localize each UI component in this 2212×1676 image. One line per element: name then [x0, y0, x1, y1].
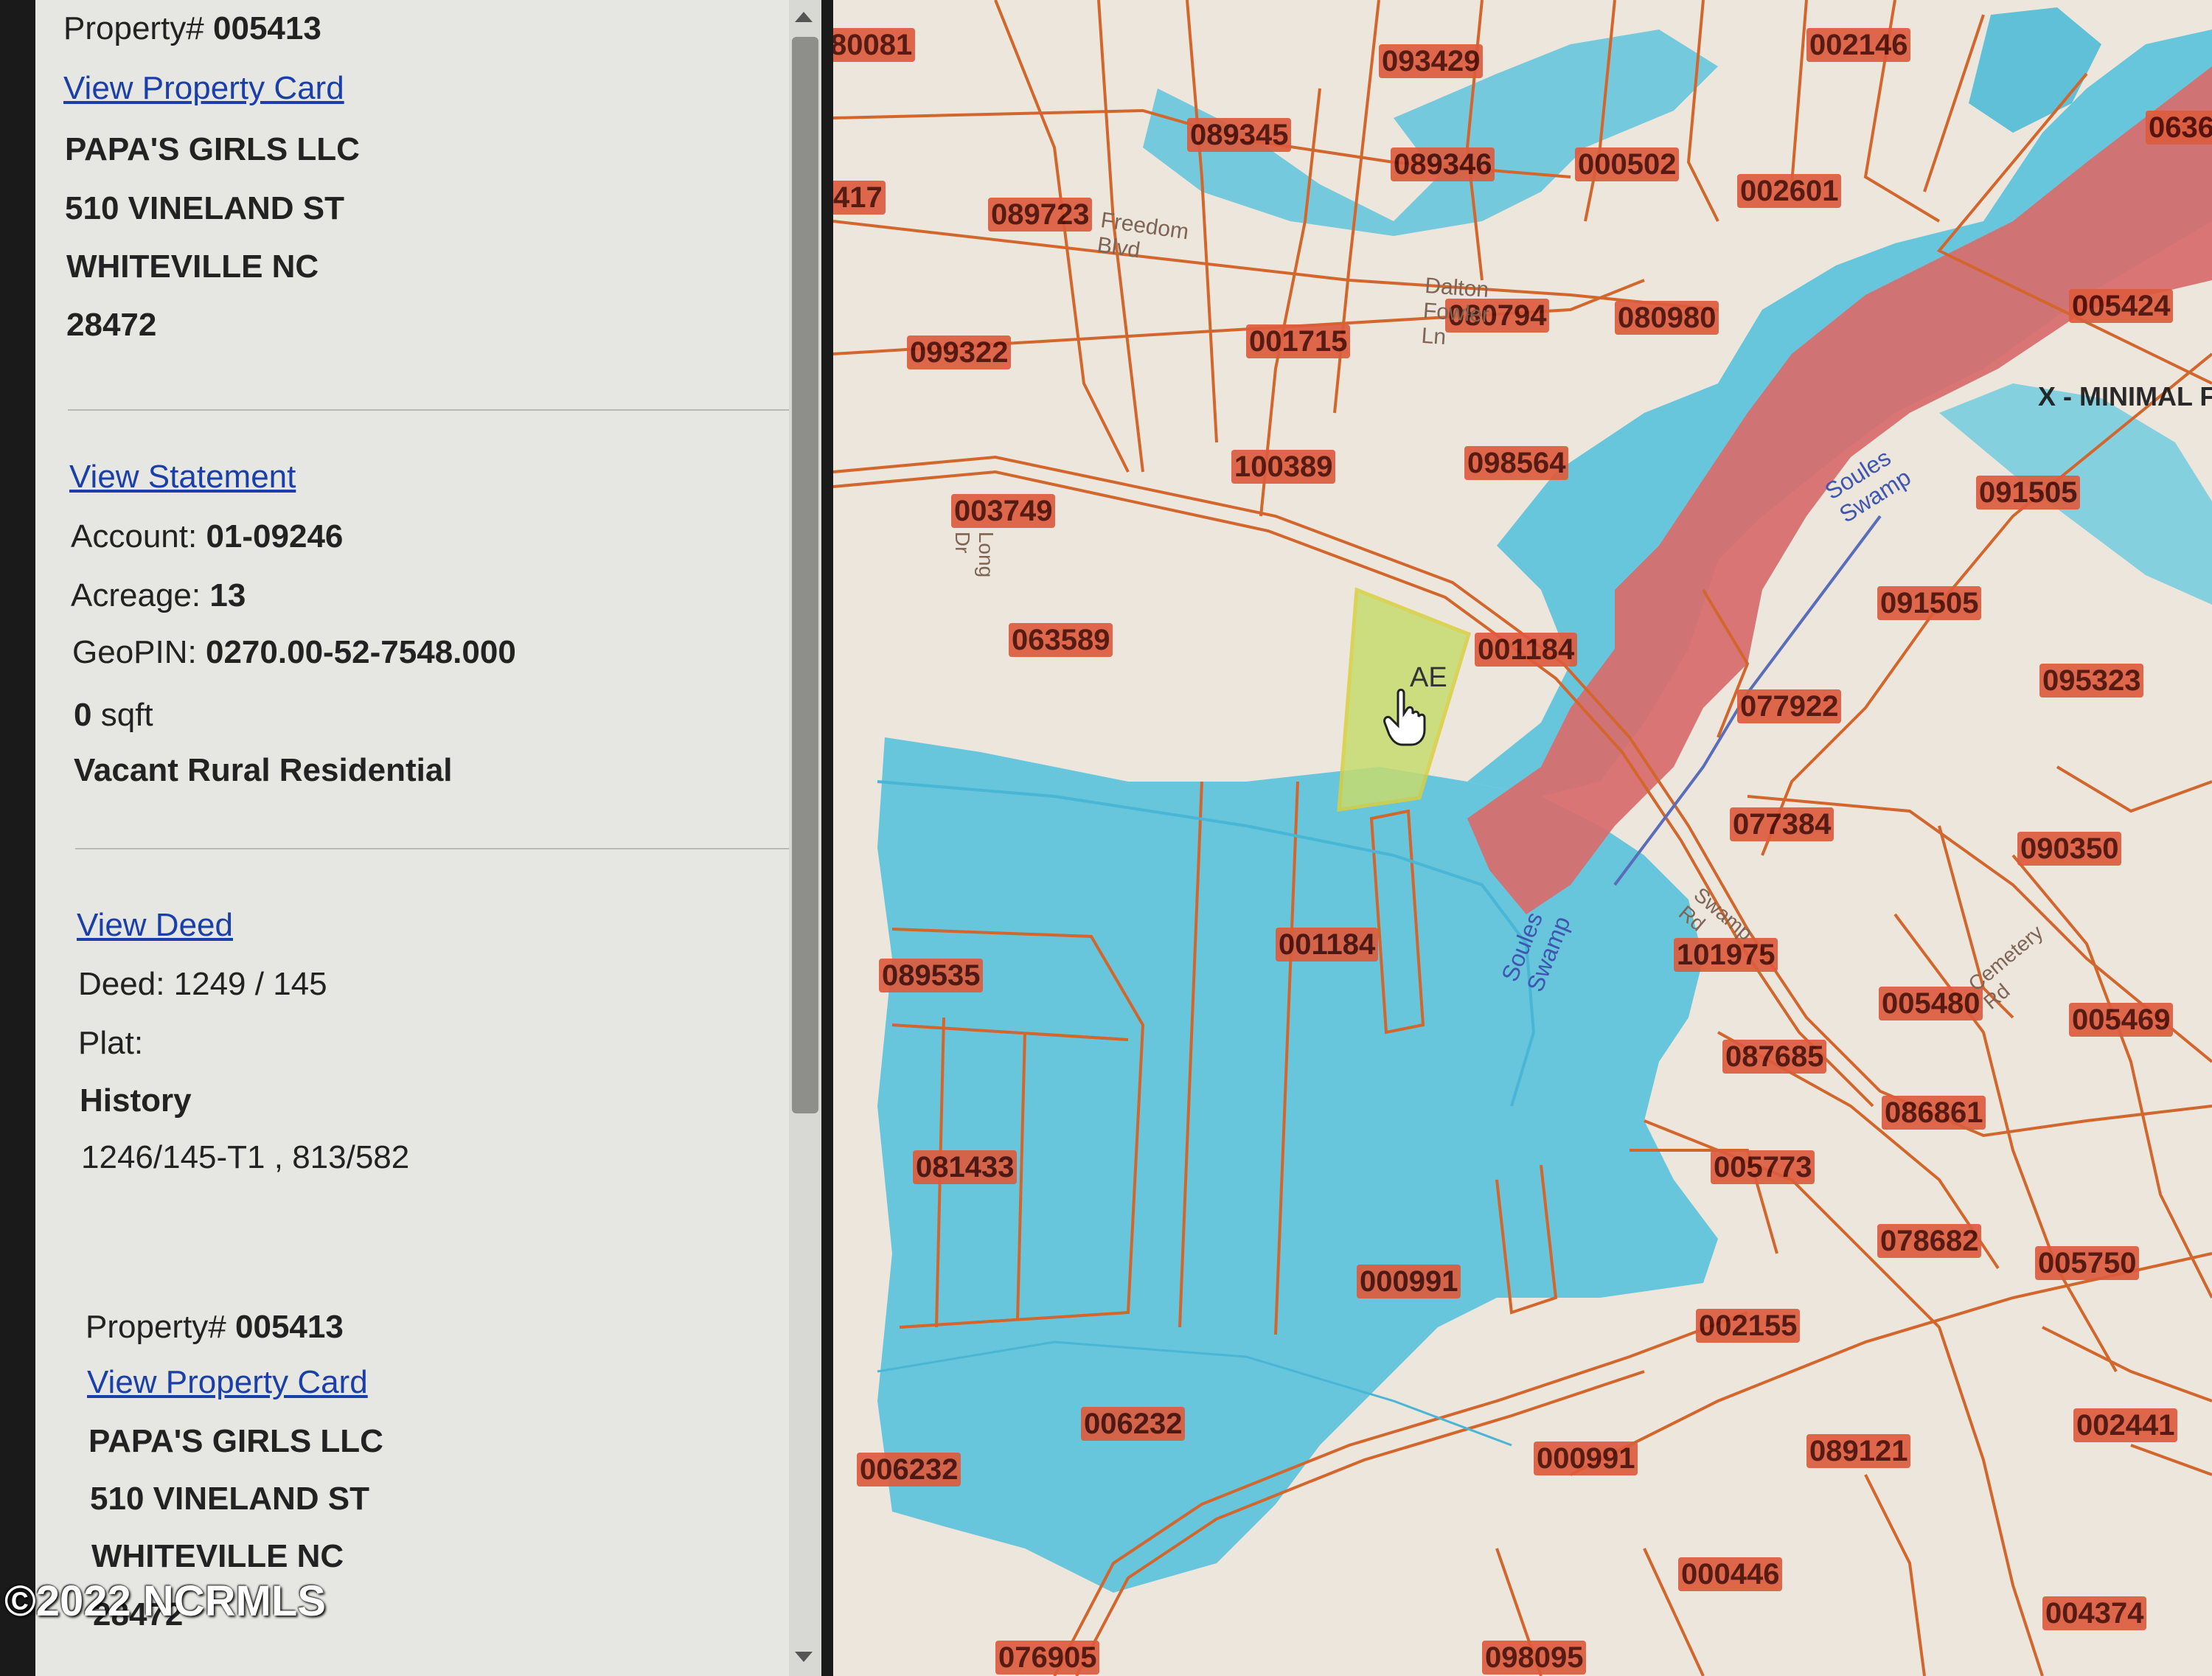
owner-zip: 28472: [66, 307, 157, 343]
acreage-label: Acreage:: [71, 577, 201, 613]
geopin-value: 0270.00-52-7548.000: [205, 634, 516, 670]
parcel-label[interactable]: 090350: [2017, 832, 2122, 866]
parcel-label[interactable]: 005424: [2069, 289, 2174, 323]
parcel-label[interactable]: 000991: [1534, 1442, 1638, 1475]
parcel-label[interactable]: 076905: [995, 1641, 1100, 1675]
sqft-row: 0 sqft: [74, 697, 153, 734]
parcel-label[interactable]: 089121: [1806, 1434, 1911, 1468]
parcel-label[interactable]: 000502: [1575, 147, 1680, 181]
parcel-label[interactable]: 091505: [1877, 586, 1982, 620]
parcel-label[interactable]: 003749: [951, 494, 1056, 528]
parcel-label[interactable]: 001184: [1276, 928, 1379, 962]
parcel-label[interactable]: 089346: [1391, 147, 1495, 181]
property-info-panel: Property# 005413 View Property Card PAPA…: [35, 0, 817, 1676]
property-number-row: Property# 005413: [63, 10, 321, 47]
parcel-label[interactable]: 078682: [1877, 1224, 1982, 1258]
parcel-label[interactable]: 06367: [2146, 111, 2212, 145]
scrollbar-thumb[interactable]: [792, 37, 818, 1113]
parcel-label[interactable]: 000991: [1357, 1265, 1461, 1298]
scroll-up-arrow-icon[interactable]: [795, 12, 813, 22]
account-value: 01-09246: [206, 518, 344, 554]
sqft-label: sqft: [100, 697, 153, 733]
parcel-label[interactable]: 006232: [1081, 1407, 1186, 1441]
parcel-label[interactable]: 091505: [1976, 476, 2081, 510]
parcel-label[interactable]: 005480: [1879, 987, 1983, 1020]
parcel-label[interactable]: 001184: [1475, 633, 1578, 667]
account-label: Account:: [71, 518, 198, 554]
parcel-label[interactable]: 081433: [913, 1150, 1018, 1184]
parcel-label[interactable]: 004374: [2042, 1596, 2147, 1630]
sqft-value: 0: [74, 697, 92, 733]
parcel-label[interactable]: 089345: [1187, 118, 1292, 152]
parcel-label[interactable]: 080980: [1615, 301, 1719, 335]
acreage-value: 13: [209, 577, 246, 613]
owner-address: 510 VINELAND ST: [90, 1481, 369, 1517]
parcel-label[interactable]: 002601: [1737, 174, 1842, 208]
owner-name: PAPA'S GIRLS LLC: [88, 1423, 383, 1459]
parcel-label[interactable]: 087685: [1722, 1040, 1827, 1074]
geopin-label: GeoPIN:: [72, 634, 197, 670]
parcel-label[interactable]: 063589: [1009, 623, 1113, 657]
parcel-label[interactable]: 000446: [1678, 1557, 1783, 1591]
property-number: 005413: [235, 1309, 344, 1345]
owner-name: PAPA'S GIRLS LLC: [65, 131, 360, 167]
divider: [75, 848, 807, 849]
parcel-label[interactable]: 093429: [1379, 44, 1484, 78]
land-use: Vacant Rural Residential: [74, 752, 453, 788]
flood-zone-label: X - MINIMAL F: [2038, 381, 2212, 411]
parcel-label[interactable]: 001715: [1246, 324, 1351, 358]
property-label: Property#: [86, 1309, 226, 1345]
view-deed-link[interactable]: View Deed: [77, 907, 233, 944]
parcel-label[interactable]: 077384: [1730, 807, 1834, 841]
parcel-label[interactable]: 089535: [879, 959, 984, 992]
parcel-label[interactable]: 100389: [1231, 450, 1336, 484]
acreage-row: Acreage: 13: [71, 577, 246, 614]
property-label: Property#: [63, 10, 204, 46]
parcel-label[interactable]: 099322: [907, 335, 1012, 369]
parcel-label[interactable]: 006232: [857, 1453, 961, 1487]
parcel-label[interactable]: 002441: [2073, 1408, 2178, 1442]
parcel-label[interactable]: 005750: [2035, 1246, 2140, 1280]
scroll-down-arrow-icon[interactable]: [795, 1652, 813, 1662]
parcel-label[interactable]: 002155: [1696, 1309, 1801, 1343]
parcel-label[interactable]: 417: [833, 181, 886, 215]
parcel-label[interactable]: 098095: [1482, 1641, 1587, 1675]
parcel-label[interactable]: 005469: [2069, 1003, 2174, 1037]
deed-book-page: Deed: 1249 / 145: [78, 966, 327, 1002]
parcel-label[interactable]: 077922: [1737, 689, 1842, 723]
parcel-map[interactable]: 80081 093429 002146 06367 089345 089346 …: [833, 0, 2212, 1676]
road-label: Dalton Fowler Ln: [1420, 273, 1491, 350]
parcel-label[interactable]: 005773: [1711, 1150, 1815, 1184]
owner-city-state: WHITEVILLE NC: [91, 1538, 344, 1574]
history-value: 1246/145-T1 , 813/582: [81, 1139, 410, 1175]
plat-row: Plat:: [78, 1025, 144, 1061]
parcel-label[interactable]: 089723: [988, 198, 1093, 232]
owner-address: 510 VINELAND ST: [65, 190, 344, 226]
road-label: Long Dr: [951, 531, 998, 578]
parcel-label[interactable]: 095323: [2039, 664, 2144, 698]
property-number: 005413: [213, 10, 321, 46]
owner-city-state: WHITEVILLE NC: [66, 248, 319, 285]
parcel-label[interactable]: 80081: [833, 28, 916, 62]
hand-pointer-icon: [1383, 687, 1427, 750]
history-heading: History: [80, 1082, 192, 1119]
account-row: Account: 01-09246: [71, 518, 343, 555]
divider: [68, 409, 799, 411]
geopin-row: GeoPIN: 0270.00-52-7548.000: [72, 634, 516, 671]
view-property-card-link[interactable]: View Property Card: [87, 1364, 368, 1401]
property-number-row: Property# 005413: [86, 1309, 344, 1346]
map-canvas[interactable]: [833, 0, 2212, 1676]
parcel-label[interactable]: 002146: [1806, 28, 1911, 62]
mls-watermark: ©2022 NCRMLS: [4, 1577, 326, 1625]
parcel-label[interactable]: 098564: [1464, 446, 1569, 480]
view-property-card-link[interactable]: View Property Card: [63, 70, 344, 107]
parcel-label[interactable]: 086861: [1882, 1096, 1986, 1130]
view-statement-link[interactable]: View Statement: [69, 459, 296, 496]
